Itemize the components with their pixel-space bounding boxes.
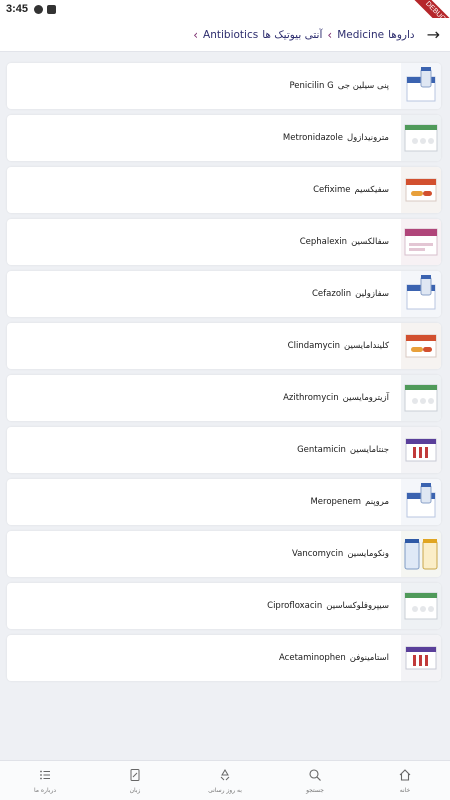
drug-list-item[interactable]: کلیندامایسین Clindamycin: [7, 323, 441, 369]
nav-item-label: جستجو: [306, 786, 324, 794]
drug-name-english: Cefazolin: [312, 289, 352, 299]
nav-item-language[interactable]: زبان: [90, 761, 180, 800]
drug-name-english: Cephalexin: [299, 237, 348, 247]
nav-item-home[interactable]: خانه: [360, 761, 450, 800]
drug-name: ونکومایسین Vancomycin: [292, 549, 389, 559]
nav-item-label: خانه: [399, 786, 411, 794]
capsule-box-icon: [401, 167, 441, 213]
drug-list-item[interactable]: مروپنم Meropenem: [7, 479, 441, 525]
drug-name-persian: کلیندامایسین: [344, 341, 389, 351]
recycle-icon: [218, 768, 232, 784]
drug-list: پنی سیلین جی Penicilin G مترونیدازول Metron…: [7, 63, 441, 687]
ampoule-box-icon: [401, 635, 441, 681]
drug-name: کلیندامایسین Clindamycin: [288, 341, 389, 351]
about-list-icon: [38, 768, 52, 784]
home-icon: [398, 768, 412, 784]
drug-name-english: Cefixime: [313, 185, 351, 195]
vial-bottle-icon: [401, 531, 441, 577]
nav-item-label: زبان: [129, 786, 141, 794]
drug-name: پنی سیلین جی Penicilin G: [289, 81, 389, 91]
breadcrumb-item-medicines-fa[interactable]: داروها: [388, 29, 414, 41]
chevron-left-icon: ‹: [327, 27, 333, 42]
drug-name: سفازولین Cefazolin: [312, 289, 389, 299]
breadcrumb: داروها Medicine ‹ آنتی بیوتیک ها Antibio…: [188, 28, 414, 42]
vial-box-icon: [401, 479, 441, 525]
breadcrumb-item-medicine-en[interactable]: Medicine: [337, 29, 384, 41]
search-icon: [308, 768, 322, 784]
drug-name-english: Meropenem: [310, 497, 362, 507]
nav-item-label: به روز رسانی: [208, 786, 242, 794]
chevron-left-icon: ‹: [193, 27, 199, 42]
drug-name: استامینوفن Acetaminophen: [279, 653, 389, 663]
drug-name: مروپنم Meropenem: [310, 497, 389, 507]
drug-name-english: Acetaminophen: [279, 653, 346, 663]
drug-name-persian: استامینوفن: [349, 653, 389, 663]
back-arrow-icon[interactable]: →: [427, 25, 440, 44]
drug-list-item[interactable]: سفازولین Cefazolin: [7, 271, 441, 317]
drug-name: سفالکسین Cephalexin: [300, 237, 389, 247]
drug-name-english: Ciprofloxacin: [267, 601, 323, 611]
drug-list-item[interactable]: جنتامایسین Gentamicin: [7, 427, 441, 473]
drug-name: سیپروفلوکساسین Ciprofloxacin: [267, 601, 389, 611]
ampoule-box-icon: [401, 427, 441, 473]
nav-item-label: درباره ما: [33, 786, 57, 794]
breadcrumb-item-antibiotics-en[interactable]: Antibiotics: [203, 29, 258, 41]
bottom-navigation: خانه جستجو به روز رسانی زبان درباره ما: [0, 760, 450, 800]
nav-item-search[interactable]: جستجو: [270, 761, 360, 800]
drug-name: آزیترومایسین Azithromycin: [283, 393, 389, 403]
drug-list-item[interactable]: سیپروفلوکساسین Ciprofloxacin: [7, 583, 441, 629]
drug-list-item[interactable]: مترونیدازول Metronidazole: [7, 115, 441, 161]
tablet-box-icon: [401, 583, 441, 629]
drug-name-english: Metronidazole: [282, 133, 343, 143]
tablet-box-icon: [401, 375, 441, 421]
status-time: 3:45: [6, 3, 29, 15]
breadcrumb-item-antibiotics-fa[interactable]: آنتی بیوتیک ها: [262, 29, 322, 41]
app-bar: داروها Medicine ‹ آنتی بیوتیک ها Antibio…: [0, 18, 450, 52]
drug-name-persian: سفازولین: [355, 289, 389, 299]
drug-name-persian: آزیترومایسین: [342, 393, 389, 403]
drug-name-persian: سفالکسین: [351, 237, 389, 247]
drug-name: سفیکسیم Cefixime: [313, 185, 389, 195]
drug-name-persian: مروپنم: [365, 497, 389, 507]
tablet-box-icon: [401, 115, 441, 161]
nav-item-about-list[interactable]: درباره ما: [0, 761, 90, 800]
drug-name-english: Gentamicin: [297, 445, 346, 455]
drug-name-persian: سفیکسیم: [354, 185, 390, 195]
drug-list-item[interactable]: آزیترومایسین Azithromycin: [7, 375, 441, 421]
vial-box-icon: [401, 63, 441, 109]
drug-name-persian: جنتامایسین: [349, 445, 389, 455]
drug-name-english: Penicilin G: [289, 81, 334, 91]
drug-name-persian: سیپروفلوکساسین: [326, 601, 389, 611]
drug-name-persian: ونکومایسین: [347, 549, 389, 559]
sd-card-icon: [47, 4, 57, 14]
notification-icon: [34, 4, 44, 14]
drug-name: جنتامایسین Gentamicin: [297, 445, 389, 455]
drug-list-item[interactable]: سفالکسین Cephalexin: [7, 219, 441, 265]
drug-list-item[interactable]: پنی سیلین جی Penicilin G: [7, 63, 441, 109]
drug-name-english: Azithromycin: [283, 393, 339, 403]
language-icon: [128, 768, 142, 784]
drug-name-english: Vancomycin: [291, 549, 344, 559]
drug-name-persian: مترونیدازول: [346, 133, 389, 143]
capsule-box-icon: [401, 323, 441, 369]
drug-list-item[interactable]: استامینوفن Acetaminophen: [7, 635, 441, 681]
drug-name: مترونیدازول Metronidazole: [283, 133, 389, 143]
nav-item-recycle[interactable]: به روز رسانی: [180, 761, 270, 800]
pill-box-icon: [401, 219, 441, 265]
drug-list-item[interactable]: ونکومایسین Vancomycin: [7, 531, 441, 577]
drug-list-item[interactable]: سفیکسیم Cefixime: [7, 167, 441, 213]
vial-box-icon: [401, 271, 441, 317]
drug-name-persian: پنی سیلین جی: [337, 81, 389, 91]
status-bar: 3:45 DEBUG: [0, 0, 450, 39]
drug-name-english: Clindamycin: [287, 341, 341, 351]
